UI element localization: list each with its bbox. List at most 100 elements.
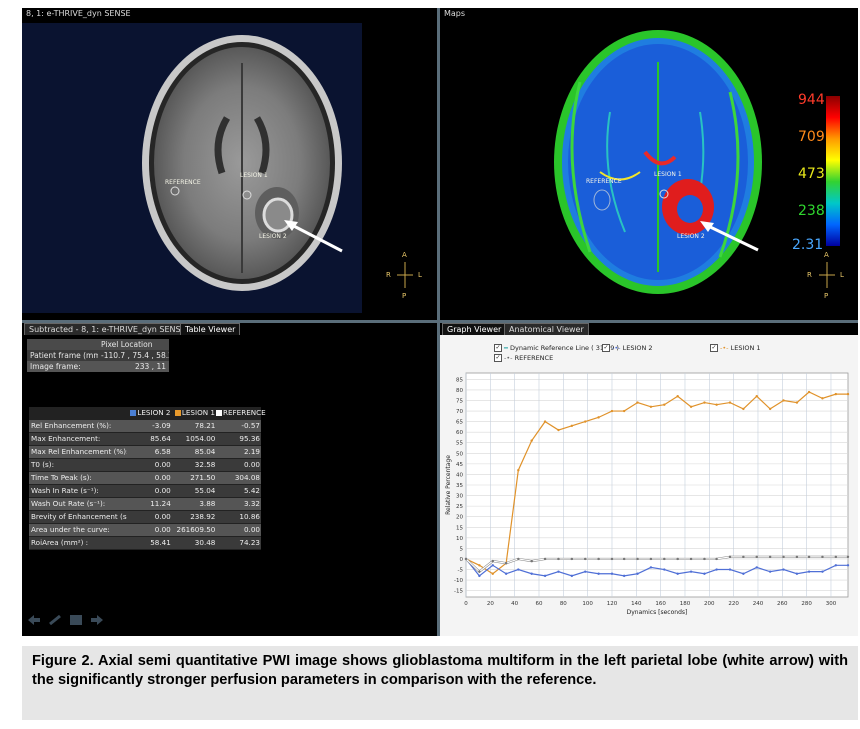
perfusion-map-pane[interactable]: Maps REFERENCE LESION 1 LESION 2 944 709…	[440, 8, 858, 320]
param-value: 6.58	[154, 447, 171, 456]
param-value: 11.24	[150, 499, 171, 508]
data-point-lesion-2	[517, 568, 520, 571]
tab-anatomical-viewer[interactable]: Anatomical Viewer	[504, 323, 589, 335]
x-axis-label: Dynamics [seconds]	[627, 609, 688, 616]
x-tick-label: 180	[680, 601, 691, 607]
x-tick-label: 240	[753, 601, 764, 607]
anatomical-image-pane[interactable]: 8, 1: e-THRIVE_dyn SENSE REFERENCE LESIO…	[22, 8, 437, 320]
y-tick-label: -5	[458, 568, 464, 574]
data-point-lesion-1	[689, 405, 693, 409]
table-row: Rel Enhancement (%): -3.09 78.21 -0.57	[29, 420, 261, 433]
forward-arrow-icon[interactable]	[91, 615, 103, 625]
table-row: Area under the curve: 0.00 261609.50 0.00	[29, 524, 261, 537]
y-tick-label: -10	[454, 578, 463, 584]
param-value: 85.64	[150, 434, 171, 443]
data-point-lesion-2	[584, 570, 587, 573]
y-tick-label: 85	[456, 377, 463, 383]
checkbox-icon[interactable]: ✓	[602, 344, 610, 352]
x-tick-label: 260	[777, 601, 788, 607]
data-point-reference	[755, 555, 758, 559]
data-point-lesion-2	[636, 572, 639, 575]
data-point-lesion-2	[795, 572, 799, 575]
legend-lesion1[interactable]: ✓ -•- LESION 1	[710, 344, 761, 352]
param-name: RoiArea (mm²) :	[31, 538, 89, 547]
y-tick-label: 30	[456, 494, 463, 500]
y-tick-label: 75	[456, 398, 463, 404]
data-point-reference	[676, 557, 679, 561]
data-point-lesion-1	[584, 420, 587, 423]
param-name: T0 (s):	[31, 460, 55, 469]
legend-reference[interactable]: ✓ -•- REFERENCE	[494, 354, 553, 362]
param-value: 271.50	[190, 473, 216, 482]
table-row: RoiArea (mm²) : 58.41 30.48 74.23	[29, 537, 261, 550]
toolbar	[28, 615, 103, 625]
roi-label-lesion2: LESION 2	[677, 233, 705, 240]
checkbox-icon[interactable]: ✓	[494, 354, 502, 362]
orientation-cross-icon	[397, 262, 413, 288]
data-point-lesion-2	[491, 564, 494, 567]
table-viewer-pane: Subtracted - 8, 1: e-THRIVE_dyn SENSE Ta…	[22, 323, 437, 636]
y-tick-label: 45	[456, 462, 463, 468]
data-point-reference	[543, 557, 547, 561]
legend-lesion2[interactable]: ✓ -•- LESION 2	[602, 344, 653, 352]
tab-graph-viewer[interactable]: Graph Viewer	[442, 323, 507, 335]
brain-mri-image	[22, 23, 362, 313]
data-point-reference	[597, 557, 600, 561]
caption-text: Figure 2. Axial semi quantitative PWI im…	[32, 653, 848, 688]
param-name: Wash Out Rate (s⁻¹):	[31, 499, 106, 508]
data-point-reference	[478, 570, 481, 573]
scale-label-4: 238	[798, 203, 825, 219]
x-tick-label: 60	[535, 601, 542, 607]
perfusion-parameter-table: LESION 2 LESION 1 REFERENCE Rel Enhancem…	[29, 407, 266, 550]
data-point-lesion-2	[846, 564, 850, 567]
tab-subtracted[interactable]: Subtracted - 8, 1: e-THRIVE_dyn SENSE	[24, 323, 191, 335]
legend-dynamic-ref[interactable]: ✓ ━ Dynamic Reference Line ( 314.9 )	[494, 344, 619, 352]
pencil-icon[interactable]	[49, 615, 61, 625]
data-point-lesion-1	[834, 392, 838, 396]
data-point-lesion-1	[755, 395, 758, 398]
data-point-lesion-1	[478, 564, 481, 567]
data-point-reference	[715, 557, 718, 561]
param-value: 30.48	[194, 538, 216, 547]
grid-icon[interactable]	[70, 615, 82, 625]
data-point-lesion-2	[755, 566, 758, 569]
data-point-reference	[728, 555, 732, 559]
data-point-reference	[703, 557, 706, 561]
checkbox-icon[interactable]: ✓	[710, 344, 718, 352]
graph-viewer-pane: Graph Viewer Anatomical Viewer ✓ ━ Dynami…	[440, 323, 858, 636]
orientation-a: A	[402, 251, 407, 259]
param-value: 32.58	[194, 460, 216, 469]
tab-table-viewer[interactable]: Table Viewer	[180, 323, 241, 335]
table-row: Max Enhancement: 85.64 1054.00 95.36	[29, 433, 261, 446]
data-point-lesion-1	[517, 469, 520, 472]
param-value: 3.32	[243, 499, 260, 508]
data-point-reference	[834, 555, 838, 559]
y-tick-label: 40	[456, 472, 463, 478]
param-name: Rel Enhancement (%):	[31, 421, 112, 430]
param-name: Wash In Rate (s⁻¹):	[31, 486, 99, 495]
data-point-reference	[517, 557, 520, 561]
back-arrow-icon[interactable]	[28, 615, 40, 625]
table-row: Brevity of Enhancement (s): 0.00 238.92 10.…	[29, 511, 261, 524]
column-header-lesion1: LESION 1	[171, 407, 216, 419]
patient-frame-label: Patient frame (mm):	[30, 351, 98, 360]
y-tick-label: 60	[456, 430, 463, 436]
data-point-lesion-2	[768, 570, 772, 573]
y-tick-label: 50	[456, 451, 463, 457]
y-tick-label: 70	[456, 409, 463, 415]
data-point-lesion-1	[570, 424, 574, 428]
data-point-lesion-1	[597, 416, 600, 419]
figure-caption: Figure 2. Axial semi quantitative PWI im…	[22, 646, 858, 720]
pane-title: Maps	[444, 9, 466, 18]
data-point-lesion-1	[622, 409, 626, 413]
data-point-lesion-2	[742, 572, 745, 575]
x-tick-label: 120	[607, 601, 618, 607]
x-tick-label: 80	[560, 601, 567, 607]
data-point-reference	[530, 559, 533, 563]
x-tick-label: 40	[511, 601, 518, 607]
param-value: 0.00	[154, 473, 171, 482]
x-tick-label: 160	[655, 601, 666, 607]
table-row: T0 (s): 0.00 32.58 0.00	[29, 459, 261, 472]
y-tick-label: 15	[456, 525, 463, 531]
checkbox-icon[interactable]: ✓	[494, 344, 502, 352]
